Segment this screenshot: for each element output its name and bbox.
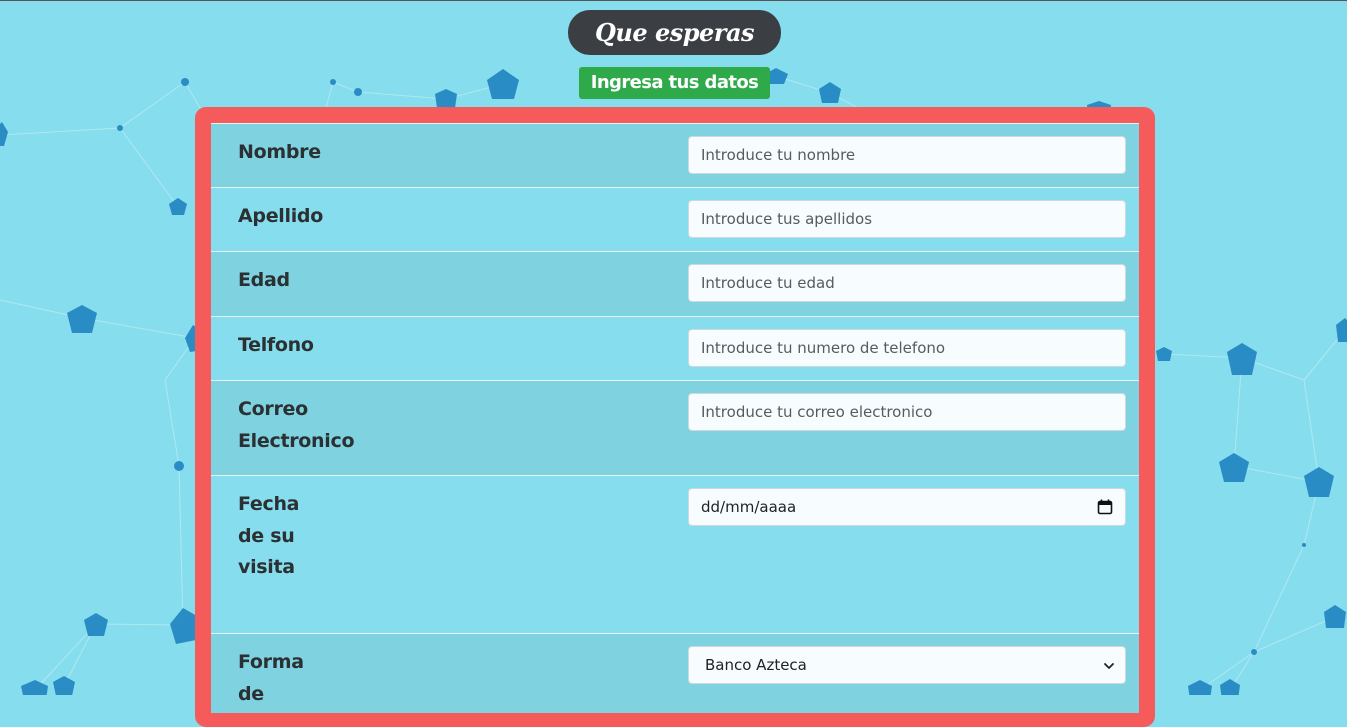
apellido-input[interactable] [688, 200, 1126, 238]
form-row-nombre: Nombre [211, 123, 1139, 187]
field-label: Apellido [238, 205, 323, 227]
field-label: Telfono [238, 334, 314, 356]
selected-option: Banco Azteca [705, 656, 807, 674]
form-row-forma-pago: Forma de Banco Azteca [211, 633, 1139, 713]
form-row-telefono: Telfono [211, 316, 1139, 380]
field-label: Correo Electronico [238, 398, 355, 452]
page-title: Que esperas mas [568, 10, 781, 92]
field-label: Nombre [238, 141, 321, 163]
form-subtitle-badge: Ingresa tus datos [579, 67, 770, 99]
calendar-icon[interactable] [1097, 499, 1113, 515]
form-row-fecha: Fecha de su visita dd/mm/aaaa [211, 475, 1139, 633]
form-row-apellido: Apellido [211, 187, 1139, 251]
payment-method-select[interactable]: Banco Azteca [688, 646, 1126, 684]
telefono-input[interactable] [688, 329, 1126, 367]
chevron-down-icon [1104, 663, 1114, 669]
form-row-edad: Edad [211, 251, 1139, 316]
registration-form-table: Nombre Apellido Edad Telfono Correo Elec… [211, 123, 1139, 713]
correo-input[interactable] [688, 393, 1126, 431]
visit-date-input[interactable]: dd/mm/aaaa [688, 488, 1126, 526]
nombre-input[interactable] [688, 136, 1126, 174]
edad-input[interactable] [688, 264, 1126, 302]
date-placeholder: dd/mm/aaaa [701, 498, 797, 516]
form-row-correo: Correo Electronico [211, 380, 1139, 475]
field-label: Fecha de su visita [238, 493, 300, 578]
field-label: Forma de [238, 651, 304, 705]
field-label: Edad [238, 269, 290, 291]
